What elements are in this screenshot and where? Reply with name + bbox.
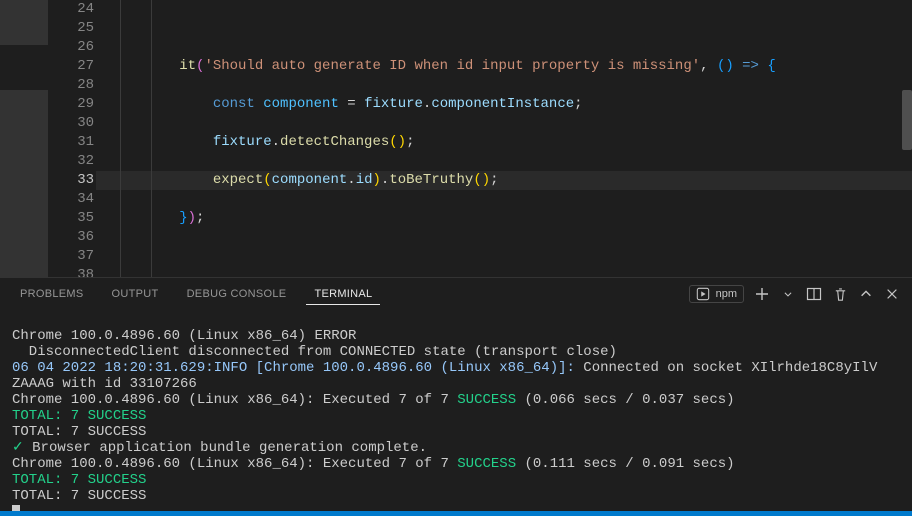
terminal-cursor [12,505,20,511]
terminal-line: Chrome 100.0.4896.60 (Linux x86_64) ERRO… [12,328,356,344]
terminal-line: TOTAL: 7 SUCCESS [12,472,146,488]
tab-problems[interactable]: PROBLEMS [12,284,92,304]
activity-item-active[interactable] [0,45,48,90]
terminal-line: DisconnectedClient disconnected from CON… [12,344,617,360]
terminal-line: Chrome 100.0.4896.60 (Linux x86_64): Exe… [12,392,457,408]
split-terminal-icon[interactable] [806,286,822,302]
terminal-output[interactable]: Chrome 100.0.4896.60 (Linux x86_64) ERRO… [0,310,912,511]
activity-item[interactable] [0,0,48,45]
terminal-line: Connected on socket XIlrhde18C8yIlV [583,360,877,376]
terminal-line: TOTAL: 7 SUCCESS [12,408,146,424]
code-content[interactable]: it('Should auto generate ID when id inpu… [112,0,912,277]
line-number-gutter: 24 25 26 27 28 29 30 31 32 33 34 35 36 3… [48,0,112,277]
terminal-success: SUCCESS [457,392,516,408]
terminal-line: Browser application bundle generation co… [24,440,427,456]
activity-bar [0,0,48,277]
chevron-down-icon[interactable] [780,286,796,302]
panel-actions: npm [689,285,900,303]
terminal-line: ZAAAG with id 33107266 [12,376,197,392]
editor-pane: 24 25 26 27 28 29 30 31 32 33 34 35 36 3… [0,0,912,277]
code-editor[interactable]: 24 25 26 27 28 29 30 31 32 33 34 35 36 3… [48,0,912,277]
terminal-success: SUCCESS [457,456,516,472]
tab-terminal[interactable]: TERMINAL [306,284,380,305]
terminal-line: (0.066 secs / 0.037 secs) [516,392,734,408]
terminal-line: TOTAL: 7 SUCCESS [12,488,146,504]
status-bar[interactable] [0,511,912,516]
new-terminal-icon[interactable] [754,286,770,302]
terminal-line: Chrome 100.0.4896.60 (Linux x86_64): Exe… [12,456,457,472]
terminal-line: TOTAL: 7 SUCCESS [12,424,146,440]
launcher-label: npm [716,288,737,300]
bottom-panel: PROBLEMS OUTPUT DEBUG CONSOLE TERMINAL n… [0,277,912,511]
caret-run-icon [696,287,710,301]
terminal-line: (0.111 secs / 0.091 secs) [516,456,734,472]
tab-debug-console[interactable]: DEBUG CONSOLE [179,284,295,304]
trash-icon[interactable] [832,286,848,302]
close-icon[interactable] [884,286,900,302]
terminal-line: 06 04 2022 18:20:31.629:INFO [Chrome 100… [12,360,583,376]
chevron-up-icon[interactable] [858,286,874,302]
terminal-launcher-dropdown[interactable]: npm [689,285,744,303]
panel-tabs: PROBLEMS OUTPUT DEBUG CONSOLE TERMINAL n… [0,278,912,310]
check-icon: ✓ [12,440,24,456]
tab-output[interactable]: OUTPUT [104,284,167,304]
